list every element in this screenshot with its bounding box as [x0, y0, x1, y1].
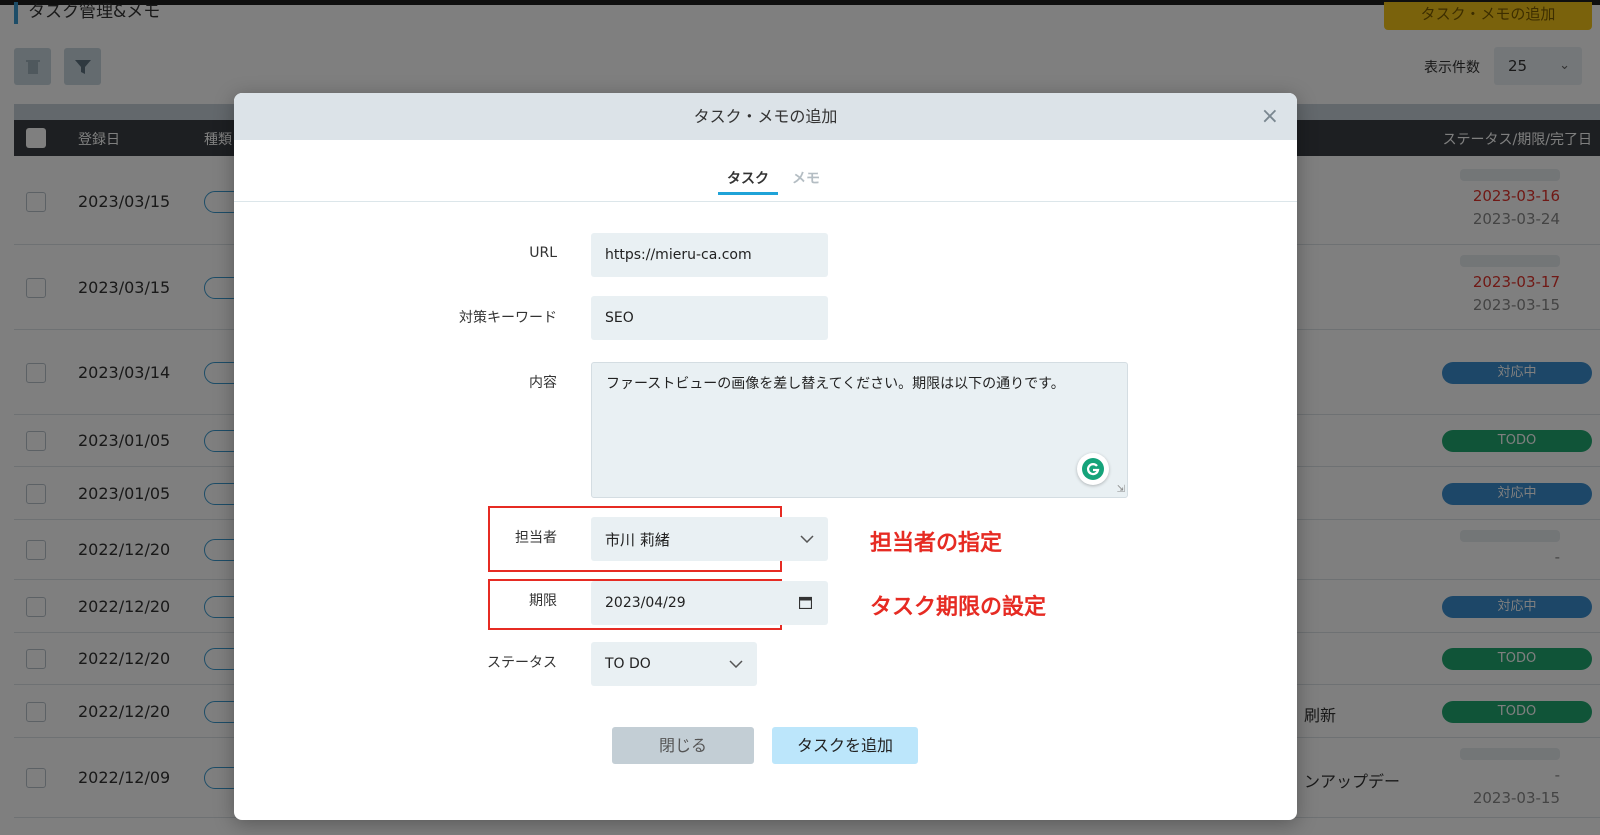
deadline-value: 2023/04/29	[605, 595, 686, 611]
tab-memo[interactable]: メモ	[792, 168, 820, 188]
assignee-label: 担当者	[515, 530, 557, 546]
keyword-input[interactable]: SEO	[591, 296, 828, 340]
tab-task[interactable]: タスク	[718, 168, 778, 195]
content-textarea[interactable]: ファーストビューの画像を差し替えてください。期限は以下の通りです。 ⇲	[591, 362, 1128, 498]
url-value: https://mieru-ca.com	[605, 247, 752, 263]
close-button[interactable]: 閉じる	[612, 727, 754, 764]
assignee-select[interactable]: 市川 莉緒	[591, 517, 828, 561]
deadline-date-input[interactable]: 2023/04/29	[591, 581, 828, 625]
annotation-deadline: タスク期限の設定	[870, 595, 1047, 620]
chevron-down-icon	[729, 660, 743, 668]
content-label: 内容	[529, 375, 557, 391]
chevron-down-icon	[800, 535, 814, 543]
status-value: TO DO	[605, 656, 651, 672]
deadline-label: 期限	[529, 593, 557, 609]
modal-title: タスク・メモの追加	[693, 107, 838, 126]
content-value: ファーストビューの画像を差し替えてください。期限は以下の通りです。	[606, 376, 1065, 392]
url-input[interactable]: https://mieru-ca.com	[591, 233, 828, 277]
modal-header: タスク・メモの追加 ×	[234, 93, 1297, 140]
calendar-icon[interactable]	[799, 596, 812, 609]
status-select[interactable]: TO DO	[591, 642, 757, 686]
annotation-assignee: 担当者の指定	[870, 531, 1003, 556]
add-task-modal: タスク・メモの追加 × タスク メモ URL https://mieru-ca.…	[234, 93, 1297, 820]
close-icon[interactable]: ×	[1261, 93, 1279, 140]
resize-handle[interactable]: ⇲	[1117, 484, 1125, 495]
status-label: ステータス	[487, 655, 557, 671]
url-label: URL	[529, 245, 557, 261]
add-task-button[interactable]: タスクを追加	[772, 727, 918, 764]
tab-bar: タスク メモ	[234, 140, 1297, 202]
keyword-label: 対策キーワード	[459, 310, 557, 326]
assignee-value: 市川 莉緒	[605, 530, 670, 549]
keyword-value: SEO	[605, 310, 634, 326]
grammarly-icon[interactable]	[1077, 453, 1109, 485]
